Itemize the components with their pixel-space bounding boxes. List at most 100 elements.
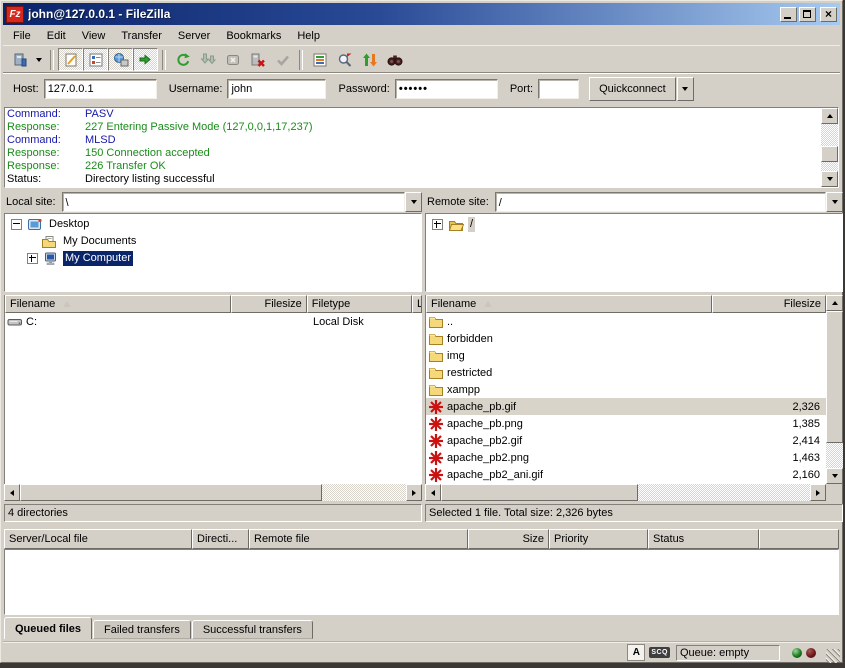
disconnect-button[interactable] [245,48,270,71]
column-header-size[interactable]: Size [468,529,549,549]
scroll-track[interactable] [826,311,843,468]
resize-grip[interactable] [826,649,840,663]
reconnect-button[interactable] [270,48,295,71]
process-queue-button[interactable] [195,48,220,71]
menu-file[interactable]: File [5,28,39,44]
toggle-log-button[interactable] [58,48,83,71]
scroll-thumb[interactable] [441,484,638,501]
remote-site-value[interactable]: / [495,192,826,212]
site-manager-button[interactable] [7,48,32,71]
menu-edit[interactable]: Edit [39,28,74,44]
minimize-button[interactable] [780,7,797,22]
column-header-priority[interactable]: Priority [549,529,648,549]
remote-site-combo[interactable]: / [495,192,843,212]
tree-item-desktop[interactable]: Desktop [5,216,421,233]
scroll-thumb[interactable] [826,311,843,443]
tab-successful-transfers[interactable]: Successful transfers [192,620,313,639]
remote-hscrollbar[interactable] [425,484,826,501]
compare-button[interactable] [357,48,382,71]
folder-row[interactable]: .. [426,313,826,330]
scroll-right-button[interactable] [406,484,422,501]
local-site-dropdown[interactable] [405,192,422,212]
file-row[interactable]: apache_pb.png1,385 [426,415,826,432]
column-header-filetype[interactable]: Filetype [307,295,412,313]
column-header-server-local-file[interactable]: Server/Local file [4,529,192,549]
toggle-remote-tree-button[interactable] [108,48,133,71]
file-row[interactable]: apache_pb2.gif2,414 [426,432,826,449]
expand-icon[interactable] [27,253,38,264]
column-header-filename[interactable]: Filename [5,295,231,313]
folder-row[interactable]: forbidden [426,330,826,347]
collapse-icon[interactable] [11,219,22,230]
menu-bookmarks[interactable]: Bookmarks [218,28,289,44]
column-header-lastmodified[interactable]: L [412,295,422,313]
scroll-thumb[interactable] [821,146,838,162]
cancel-button[interactable] [220,48,245,71]
log-scrollbar[interactable] [821,108,838,187]
column-header-filesize[interactable]: Filesize [712,295,826,313]
tab-failed-transfers[interactable]: Failed transfers [93,620,191,639]
titlebar[interactable]: Fz john@127.0.0.1 - FileZilla × [3,3,840,25]
speed-limit-badge-icon[interactable]: SCQ [649,647,670,658]
menu-transfer[interactable]: Transfer [113,28,170,44]
maximize-button[interactable] [799,7,816,22]
column-header-status[interactable]: Status [648,529,759,549]
column-header-filename[interactable]: Filename [426,295,712,313]
search-button[interactable] [332,48,357,71]
tree-item-my-documents[interactable]: My Documents [5,233,421,250]
toggle-local-tree-button[interactable] [83,48,108,71]
remote-vscrollbar[interactable] [826,295,843,484]
tree-item-my-computer[interactable]: My Computer [5,250,421,267]
file-row-local-disk[interactable]: C: Local Disk [5,313,422,330]
scroll-left-button[interactable] [4,484,20,501]
transfer-type-icon[interactable]: A [627,644,645,661]
scroll-track[interactable] [821,124,838,171]
scroll-thumb[interactable] [20,484,322,501]
folder-row[interactable]: img [426,347,826,364]
expand-icon[interactable] [432,219,443,230]
synchronized-browsing-button[interactable] [382,48,407,71]
refresh-button[interactable] [170,48,195,71]
filter-button[interactable] [307,48,332,71]
quickconnect-dropdown[interactable] [677,77,694,101]
folder-row[interactable]: xampp [426,381,826,398]
scroll-right-button[interactable] [810,484,826,501]
scroll-down-button[interactable] [821,171,838,187]
toggle-queue-button[interactable] [133,48,158,71]
menu-view[interactable]: View [74,28,114,44]
port-input[interactable] [538,79,579,99]
column-header-filesize[interactable]: Filesize [231,295,306,313]
file-row-selected[interactable]: apache_pb.gif2,326 [426,398,826,415]
remote-site-dropdown[interactable] [826,192,843,212]
tree-item-root[interactable]: / [426,216,842,233]
close-button[interactable]: × [820,7,837,22]
local-site-combo[interactable]: \ [62,192,422,212]
folder-row[interactable]: restricted [426,364,826,381]
file-row[interactable]: apache_pb2_ani.gif2,160 [426,466,826,483]
quickconnect-button[interactable]: Quickconnect [589,77,676,101]
local-hscrollbar[interactable] [4,484,422,501]
scroll-down-button[interactable] [826,468,843,484]
tree-item-label[interactable]: / [468,217,475,232]
column-header-remote-file[interactable]: Remote file [249,529,468,549]
tab-queued-files[interactable]: Queued files [4,617,92,639]
site-manager-dropdown[interactable] [32,48,46,71]
password-input[interactable]: •••••• [395,79,498,99]
host-input[interactable]: 127.0.0.1 [44,79,157,99]
queue-body[interactable] [4,549,839,615]
file-row[interactable]: apache_pb2.png1,463 [426,449,826,466]
tree-item-label[interactable]: My Documents [61,234,138,249]
tree-item-label[interactable]: My Computer [63,251,133,266]
scroll-up-button[interactable] [826,295,843,311]
scroll-left-button[interactable] [425,484,441,501]
column-header-direction[interactable]: Directi... [192,529,249,549]
local-site-value[interactable]: \ [62,192,405,212]
scroll-up-button[interactable] [821,108,838,124]
chevron-down-icon [36,58,42,62]
tree-item-label[interactable]: Desktop [47,217,91,232]
scroll-track[interactable] [441,484,810,501]
menu-server[interactable]: Server [170,28,218,44]
username-input[interactable]: john [227,79,326,99]
menu-help[interactable]: Help [289,28,328,44]
scroll-track[interactable] [20,484,406,501]
